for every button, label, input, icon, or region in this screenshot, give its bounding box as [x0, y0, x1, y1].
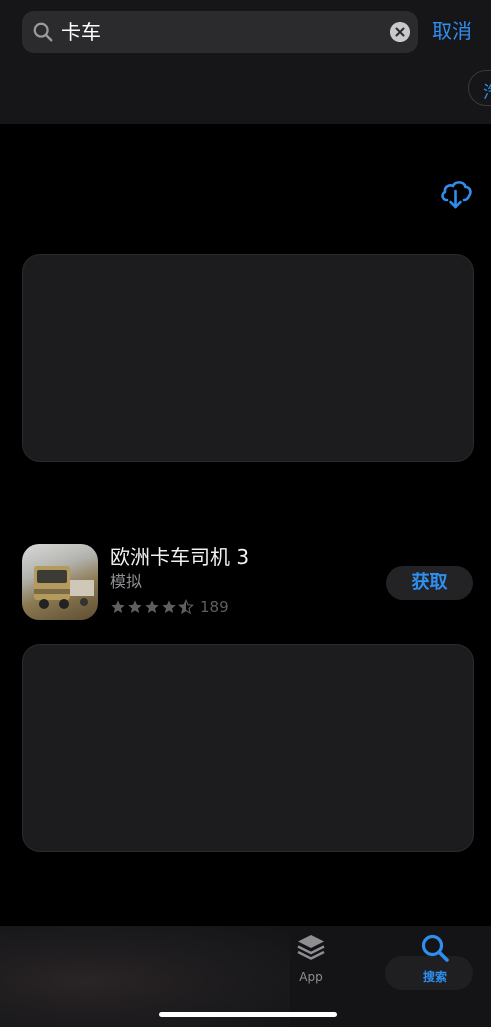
suggestion-chip[interactable]: 汽 — [468, 70, 491, 106]
cloud-download-icon[interactable] — [438, 176, 474, 212]
app-list-item[interactable]: 欧洲卡车司机 3 模拟 189 获取 — [22, 544, 474, 622]
clear-icon[interactable] — [390, 22, 410, 42]
tab-app-label: App — [299, 970, 323, 984]
star-icon — [111, 600, 125, 613]
half-star-icon — [178, 599, 194, 615]
truck-icon — [34, 566, 94, 609]
app-title[interactable]: 欧洲卡车司机 3 — [110, 544, 249, 570]
app-category: 模拟 — [110, 572, 143, 591]
star-icon — [128, 600, 142, 613]
suggestion-chip-label: 汽 — [483, 78, 491, 103]
app-store-search-page: 卡车 取消 汽 — [0, 0, 491, 1027]
app-rating: 189 — [110, 598, 229, 616]
search-query-text: 卡车 — [61, 20, 101, 44]
search-icon — [421, 934, 449, 962]
tab-search[interactable]: 搜索 — [405, 932, 465, 992]
home-indicator[interactable] — [159, 1012, 337, 1017]
rating-count: 189 — [200, 598, 229, 616]
screenshot-card[interactable] — [22, 644, 474, 852]
cancel-button[interactable]: 取消 — [432, 18, 472, 44]
tab-app[interactable]: App — [281, 932, 341, 992]
app-icon[interactable] — [22, 544, 98, 620]
search-input[interactable]: 卡车 — [22, 11, 418, 53]
get-button[interactable]: 获取 — [386, 566, 473, 600]
star-icon — [145, 600, 159, 613]
tab-search-label: 搜索 — [422, 970, 447, 984]
search-icon — [33, 22, 53, 42]
layers-icon — [297, 935, 325, 960]
search-header: 卡车 取消 汽 — [0, 0, 491, 124]
star-icon — [162, 600, 176, 613]
screenshot-card[interactable] — [22, 254, 474, 462]
